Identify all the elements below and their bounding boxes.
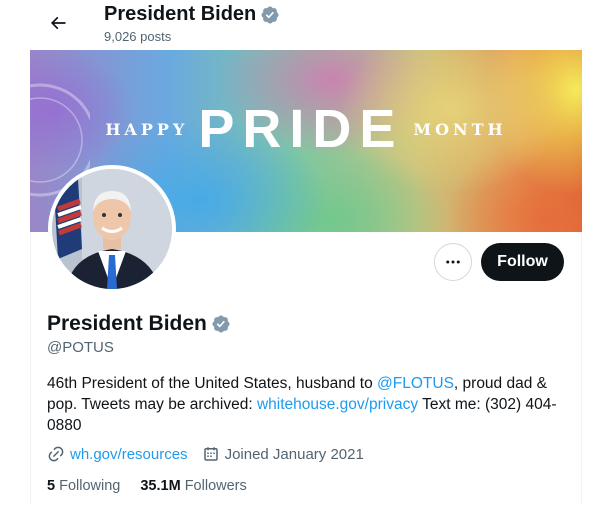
joined-date: Joined January 2021 (224, 445, 364, 463)
profile-name-text: President Biden (47, 312, 207, 335)
profile-avatar[interactable] (48, 165, 176, 293)
profile-handle: @POTUS (47, 339, 114, 356)
following-count: 5 (47, 478, 56, 494)
banner-text-pride: PRIDE (198, 99, 404, 159)
bio-text: 46th President of the United States, hus… (47, 375, 378, 392)
verified-badge-icon[interactable] (211, 314, 231, 334)
verified-badge-icon (261, 5, 279, 24)
profile-meta: wh.gov/resources Joined January 2021 (47, 445, 364, 463)
profile-name: President Biden (47, 312, 231, 336)
follow-button[interactable]: Follow (481, 243, 564, 281)
following-label: Following (59, 478, 121, 494)
following-stat[interactable]: 5 Following (47, 478, 120, 494)
banner-text: HAPPY PRIDE MONTH (30, 102, 582, 156)
profile-bio: 46th President of the United States, hus… (47, 373, 572, 436)
profile-header-bar: President Biden 9,026 posts (0, 0, 600, 48)
header-name: President Biden (104, 3, 280, 26)
back-button[interactable] (44, 9, 72, 37)
more-button[interactable] (434, 243, 472, 281)
website-item[interactable]: wh.gov/resources (47, 445, 188, 463)
ellipsis-icon (446, 260, 460, 264)
bio-privacy-link[interactable]: whitehouse.gov/privacy (257, 396, 418, 413)
followers-label: Followers (184, 478, 247, 494)
bio-mention-link[interactable]: @FLOTUS (377, 375, 454, 392)
calendar-icon (203, 447, 218, 461)
posts-count: 9,026 posts (104, 29, 172, 44)
header-name-text: President Biden (104, 3, 257, 25)
joined-item: Joined January 2021 (202, 445, 364, 463)
follow-stats: 5 Following 35.1M Followers (47, 478, 247, 494)
banner-text-month: MONTH (413, 119, 507, 139)
website-link[interactable]: wh.gov/resources (70, 446, 188, 463)
link-icon (48, 446, 64, 462)
followers-count: 35.1M (140, 478, 181, 494)
arrow-left-icon (50, 16, 66, 30)
banner-text-happy: HAPPY (105, 119, 189, 139)
followers-stat[interactable]: 35.1M Followers (140, 478, 246, 494)
avatar-photo (52, 169, 172, 289)
